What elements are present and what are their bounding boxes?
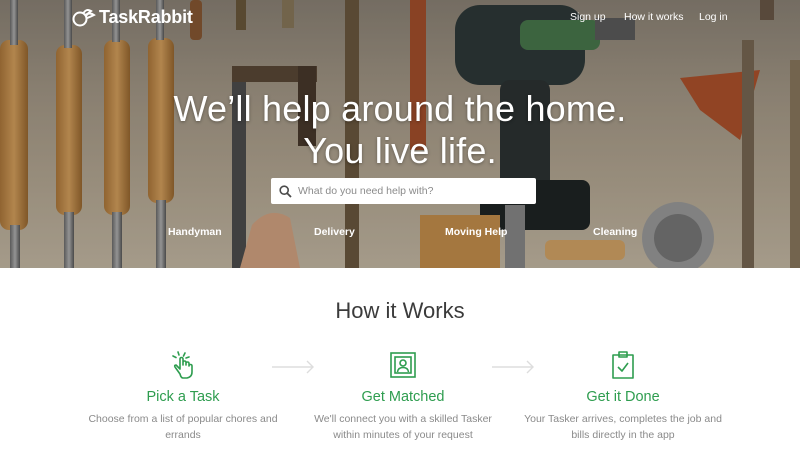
step-title: Get Matched: [361, 389, 445, 405]
step-title: Pick a Task: [146, 389, 220, 405]
pointing-hand-icon: [172, 351, 193, 379]
hero-banner: TaskRabbit Sign up How it works Log in W…: [0, 0, 800, 268]
step-get-matched: Get Matched We'll connect you with a ski…: [293, 350, 513, 443]
step-get-it-done: Get it Done Your Tasker arrives, complet…: [513, 350, 733, 443]
search-input[interactable]: [298, 185, 518, 197]
hero-headline-line2: You live life.: [303, 130, 497, 171]
how-it-works-link[interactable]: How it works: [624, 11, 684, 23]
profile-card-icon: [390, 352, 416, 378]
search-icon: [279, 184, 292, 198]
sign-up-link[interactable]: Sign up: [570, 11, 606, 23]
hero-headline-line1: We’ll help around the home.: [173, 88, 627, 129]
step-description: Choose from a list of popular chores and…: [88, 413, 278, 441]
category-handyman[interactable]: Handyman: [168, 226, 222, 238]
category-cleaning[interactable]: Cleaning: [593, 226, 637, 238]
category-moving-help[interactable]: Moving Help: [445, 226, 507, 238]
how-it-works-title: How it Works: [335, 298, 465, 323]
step-pick-a-task: Pick a Task Choose from a list of popula…: [73, 350, 293, 443]
top-nav: Sign up How it works Log in: [0, 11, 800, 25]
step-description: Your Tasker arrives, completes the job a…: [524, 413, 722, 441]
category-delivery[interactable]: Delivery: [314, 226, 355, 238]
step-title: Get it Done: [586, 389, 660, 405]
step-description: We'll connect you with a skilled Tasker …: [314, 413, 492, 441]
search-box[interactable]: [271, 178, 536, 204]
clipboard-check-icon: [612, 351, 634, 379]
log-in-link[interactable]: Log in: [699, 11, 728, 23]
